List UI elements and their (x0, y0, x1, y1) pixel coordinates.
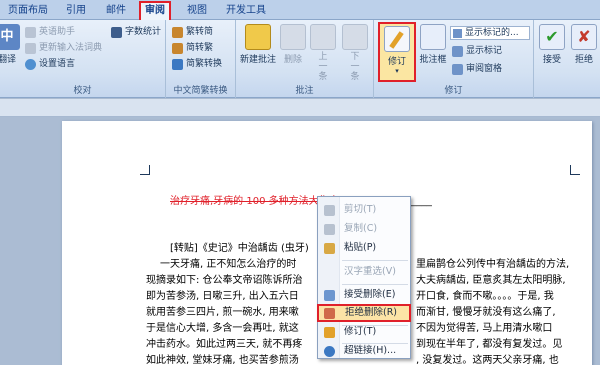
simplified-to-traditional-button[interactable]: 简转繁 (172, 41, 213, 55)
copy-icon (324, 224, 335, 235)
group-chinese-convert: 繁转简 简转繁 简繁转换 中文简繁转换 (166, 20, 236, 98)
tab-mailings[interactable]: 邮件 (102, 3, 130, 19)
new-comment-button[interactable]: 新建批注 (240, 24, 276, 65)
menu-item-copy[interactable]: 复制(C) (318, 220, 410, 238)
english-assistant-button[interactable]: 英语助手 (25, 25, 75, 39)
deleted-text: 治疗牙痛,牙病的 100 多种方法大集合 (170, 196, 339, 207)
show-markup-icon (452, 46, 463, 57)
word-count-icon (111, 27, 122, 38)
balloons-button[interactable]: 批注框 (418, 24, 448, 65)
menu-item-reject-deletion[interactable]: 拒绝删除(R) (317, 304, 411, 322)
menu-item-cut[interactable]: 剪切(T) (318, 201, 410, 219)
reviewing-pane-icon (452, 64, 463, 75)
next-comment-button[interactable]: 下一条 (342, 24, 368, 82)
menu-item-reconvert[interactable]: 汉字重选(V) (318, 263, 410, 281)
traditional-to-simplified-button[interactable]: 繁转简 (172, 25, 213, 39)
doc-line-right-7: , 没复发过。这两天父亲牙痛, 也 (416, 355, 559, 365)
translate-button[interactable]: 中 翻译 (0, 24, 20, 65)
paste-icon (324, 243, 335, 254)
hyperlink-icon (324, 346, 335, 357)
track-changes-icon (384, 26, 410, 52)
tab-references[interactable]: 引用 (62, 3, 90, 19)
context-menu: 剪切(T) 复制(C) 粘贴(P) 汉字重选(V) 接受删除(E) 拒绝删除(R… (317, 196, 411, 359)
tab-view[interactable]: 视图 (183, 3, 211, 19)
reject-icon: ✘ (571, 24, 597, 50)
set-language-button[interactable]: 设置语言 (25, 57, 75, 71)
doc-line-2: 一天牙痛, 正不知怎么治疗的时 (160, 259, 297, 270)
cut-icon (324, 205, 335, 216)
track-changes-button[interactable]: 修订 ▾ (378, 22, 416, 82)
previous-comment-icon (310, 24, 336, 50)
next-comment-icon (342, 24, 368, 50)
convert-icon (172, 59, 183, 70)
horizontal-ruler (0, 99, 600, 117)
doc-line-right-4: 而渐甘, 慢慢牙就没有这么痛了, (416, 307, 556, 318)
group-label-chinese-convert: 中文简繁转换 (173, 86, 228, 96)
group-label-comments: 批注 (295, 86, 314, 96)
group-proofing: 中 翻译 英语助手 更新输入法词典 设置语言 字数统计 校对 (0, 20, 166, 98)
language-icon (25, 59, 36, 70)
simplify-icon (172, 27, 183, 38)
group-label-proofing: 校对 (73, 86, 92, 96)
doc-line-right-2: 大夫病龋齿, 臣意炙其左太阳明脉, (416, 275, 566, 286)
menu-item-track-changes[interactable]: 修订(T) (318, 323, 410, 341)
doc-line-right-1: 里扁鹊仓公列传中有治龋齿的方法, (416, 259, 570, 270)
group-tracking: 修订 ▾ 批注框 显示标记的... 显示标记 审阅窗格 修订 (374, 20, 534, 98)
group-changes: ✔ 接受 ✘ 拒绝 (534, 20, 600, 98)
crop-mark-right (570, 165, 580, 175)
previous-comment-button[interactable]: 上一条 (310, 24, 336, 82)
word-count-button[interactable]: 字数统计 (111, 25, 161, 39)
doc-line-7: 冲击药水。如此过两三天, 就不再疼 (146, 339, 303, 350)
reject-deletion-icon (324, 308, 335, 319)
group-label-tracking: 修订 (444, 86, 463, 96)
new-comment-icon (245, 24, 271, 50)
ribbon: 中 翻译 英语助手 更新输入法词典 设置语言 字数统计 校对 繁转简 简转繁 简… (0, 20, 600, 98)
doc-line-right-3: 开口食, 食而不嗽。。。。于是, 我 (416, 291, 554, 302)
doc-line-1: [转贴]《史记》中治龋齿 (虫牙) (170, 243, 309, 254)
doc-line-4: 即为苦参汤, 日嗽三升, 出入五六日 (146, 291, 299, 302)
tab-page-layout[interactable]: 页面布局 (4, 3, 52, 19)
english-assistant-icon (25, 27, 36, 38)
menu-item-accept-deletion[interactable]: 接受删除(E) (318, 286, 410, 304)
track-changes-menu-icon (324, 327, 335, 338)
traditionalize-icon (172, 43, 183, 54)
doc-line-8: 如此神效, 堂妹牙痛, 也买苦参煎汤 (146, 355, 299, 365)
doc-line-6: 于是信心大增, 多含一会再吐, 就这 (146, 323, 299, 334)
display-review-icon (453, 29, 462, 38)
ribbon-tab-bar: 页面布局 引用 邮件 审阅 视图 开发工具 (0, 0, 600, 20)
update-ime-button[interactable]: 更新输入法词典 (25, 41, 102, 55)
reject-button[interactable]: ✘ 拒绝 (570, 24, 598, 65)
menu-item-paste[interactable]: 粘贴(P) (318, 239, 410, 257)
menu-item-hyperlink[interactable]: 超链接(H)... (318, 342, 410, 360)
doc-line-5: 就用苦参三四片, 煎一碗水, 用来嗽 (146, 307, 299, 318)
accept-deletion-icon (324, 290, 335, 301)
delete-comment-button[interactable]: 删除 (280, 24, 306, 65)
delete-comment-icon (280, 24, 306, 50)
document-workspace: 治疗牙痛,牙病的 100 多种方法大集合 ____________ [转贴]《史… (0, 99, 600, 365)
doc-line-3: 现摘录如下: 仓公奉文帝诏陈诉所治 (146, 275, 303, 286)
show-markup-button[interactable]: 显示标记 (452, 44, 502, 58)
tab-review[interactable]: 审阅 (139, 1, 171, 20)
display-for-review-dropdown[interactable]: 显示标记的... (450, 26, 530, 40)
doc-line-right-6: 到现在半年了, 都没有复发过。见 (416, 339, 563, 350)
tab-developer[interactable]: 开发工具 (222, 3, 270, 19)
accept-button[interactable]: ✔ 接受 (538, 24, 566, 65)
chinese-convert-button[interactable]: 简繁转换 (172, 57, 222, 71)
reviewing-pane-button[interactable]: 审阅窗格 (452, 62, 502, 76)
update-ime-icon (25, 43, 36, 54)
translate-icon: 中 (0, 24, 20, 50)
group-comments: 新建批注 删除 上一条 下一条 批注 (236, 20, 374, 98)
crop-mark-left (140, 165, 150, 175)
doc-line-right-5: 不因为觉得苦, 马上用清水嗽口 (416, 323, 553, 334)
accept-icon: ✔ (539, 24, 565, 50)
balloons-icon (420, 24, 446, 50)
